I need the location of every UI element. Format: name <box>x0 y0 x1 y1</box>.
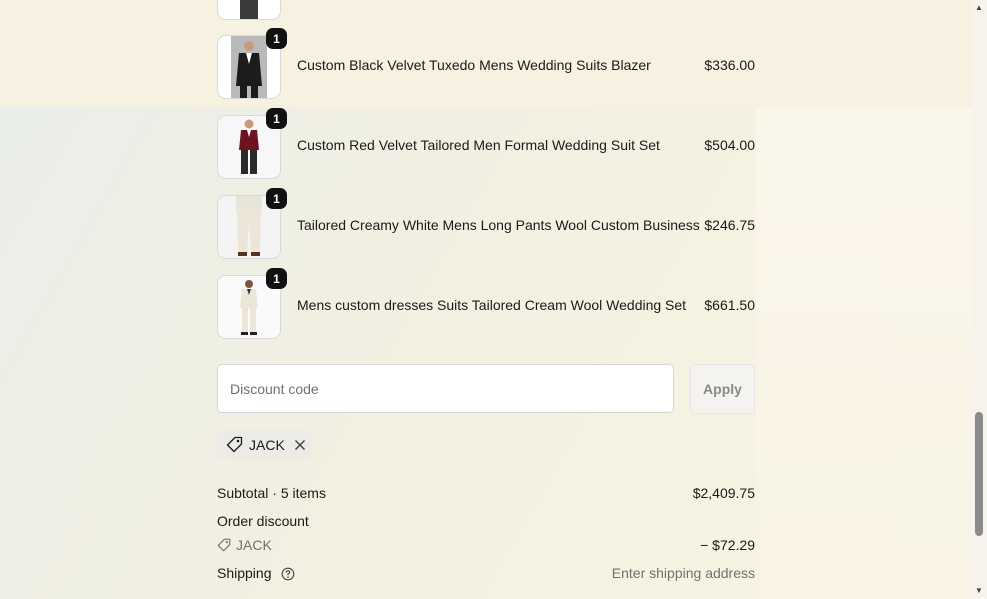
order-discount-label: Order discount <box>217 513 309 529</box>
quantity-badge: 1 <box>266 108 287 129</box>
cart-item: 1 Mens custom dresses Suits Tailored Cre… <box>217 268 755 339</box>
subtotal-value: $2,409.75 <box>692 485 755 501</box>
item-price: $336.00 <box>704 57 755 73</box>
scrollbar-thumb[interactable] <box>975 412 983 536</box>
remove-discount-icon[interactable] <box>294 439 306 451</box>
applied-discount-chip: JACK <box>217 430 312 459</box>
order-discount-code-row: JACK − $72.29 <box>217 537 755 553</box>
shipping-row: Shipping Enter shipping address <box>217 565 755 581</box>
background-panel <box>756 107 971 599</box>
quantity-badge: 1 <box>266 28 287 49</box>
quantity-badge: 1 <box>266 268 287 289</box>
tag-icon <box>217 538 231 552</box>
item-name: Tailored Creamy White Mens Long Pants Wo… <box>297 217 700 233</box>
cart-item: 1 Custom Red Velvet Tailored Men Formal … <box>217 108 755 179</box>
tag-icon <box>226 436 243 453</box>
quantity-badge: 1 <box>266 188 287 209</box>
subtotal-label: Subtotal · 5 items <box>217 485 326 501</box>
shipping-value: Enter shipping address <box>611 565 755 581</box>
item-price: $661.50 <box>704 297 755 313</box>
product-thumbnail-partial <box>217 0 281 20</box>
apply-discount-button[interactable]: Apply <box>690 364 755 414</box>
item-price: $504.00 <box>704 137 755 153</box>
cart-item: 1 Custom Black Velvet Tuxedo Mens Weddin… <box>217 28 755 99</box>
help-icon[interactable] <box>281 567 295 581</box>
item-name: Custom Red Velvet Tailored Men Formal We… <box>297 137 660 153</box>
item-price: $246.75 <box>704 217 755 233</box>
scrollbar[interactable]: ▲ ▼ <box>971 0 987 599</box>
item-name: Custom Black Velvet Tuxedo Mens Wedding … <box>297 57 651 73</box>
order-discount-row: Order discount <box>217 513 755 529</box>
order-discount-value: − $72.29 <box>700 537 755 553</box>
applied-discount-code: JACK <box>249 436 285 453</box>
subtotal-row: Subtotal · 5 items $2,409.75 <box>217 485 755 501</box>
scroll-down-arrow-icon[interactable]: ▼ <box>975 587 983 595</box>
discount-code-input[interactable] <box>217 364 674 413</box>
order-discount-code: JACK <box>236 537 272 553</box>
shipping-label: Shipping <box>217 565 272 581</box>
scroll-up-arrow-icon[interactable]: ▲ <box>975 4 983 12</box>
cart-item: 1 Tailored Creamy White Mens Long Pants … <box>217 188 755 259</box>
item-name: Mens custom dresses Suits Tailored Cream… <box>297 297 687 313</box>
